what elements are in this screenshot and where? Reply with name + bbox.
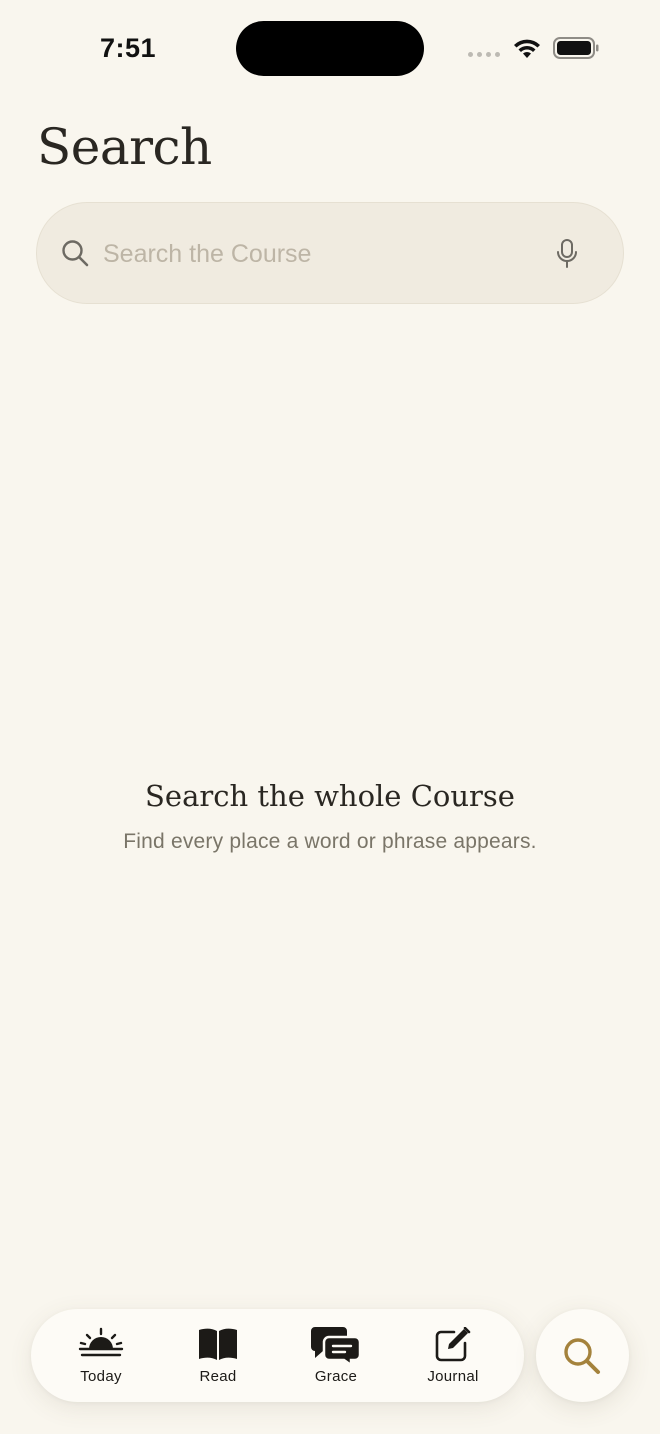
tab-today[interactable]: Today xyxy=(46,1309,156,1402)
dynamic-island xyxy=(236,21,424,76)
microphone-icon[interactable] xyxy=(555,238,579,270)
chat-bubbles-icon xyxy=(311,1327,361,1365)
tab-label: Today xyxy=(80,1368,122,1385)
tab-bar: Today Read Grace Journal xyxy=(31,1309,524,1402)
search-tab-button[interactable] xyxy=(536,1309,629,1402)
search-icon xyxy=(62,240,89,267)
book-icon xyxy=(199,1328,237,1360)
battery-icon xyxy=(553,37,599,59)
tab-read[interactable]: Read xyxy=(163,1309,273,1402)
search-input[interactable] xyxy=(103,232,523,276)
page-title: Search xyxy=(37,118,212,176)
tab-label: Grace xyxy=(314,1368,358,1385)
search-screen: 7:51 Search Search the whole Course Find… xyxy=(0,0,660,1434)
tab-label: Read xyxy=(199,1368,237,1385)
compose-icon xyxy=(435,1327,471,1362)
status-time: 7:51 xyxy=(100,33,157,63)
tab-grace[interactable]: Grace xyxy=(281,1309,391,1402)
wifi-icon xyxy=(514,39,540,58)
empty-state-subtitle: Find every place a word or phrase appear… xyxy=(123,830,537,853)
cellular-signal-icon xyxy=(468,52,500,57)
tab-journal[interactable]: Journal xyxy=(398,1309,508,1402)
sunrise-icon xyxy=(78,1327,124,1357)
empty-state-title: Search the whole Course xyxy=(145,779,515,813)
search-icon xyxy=(564,1338,600,1374)
tab-label: Journal xyxy=(427,1368,479,1385)
